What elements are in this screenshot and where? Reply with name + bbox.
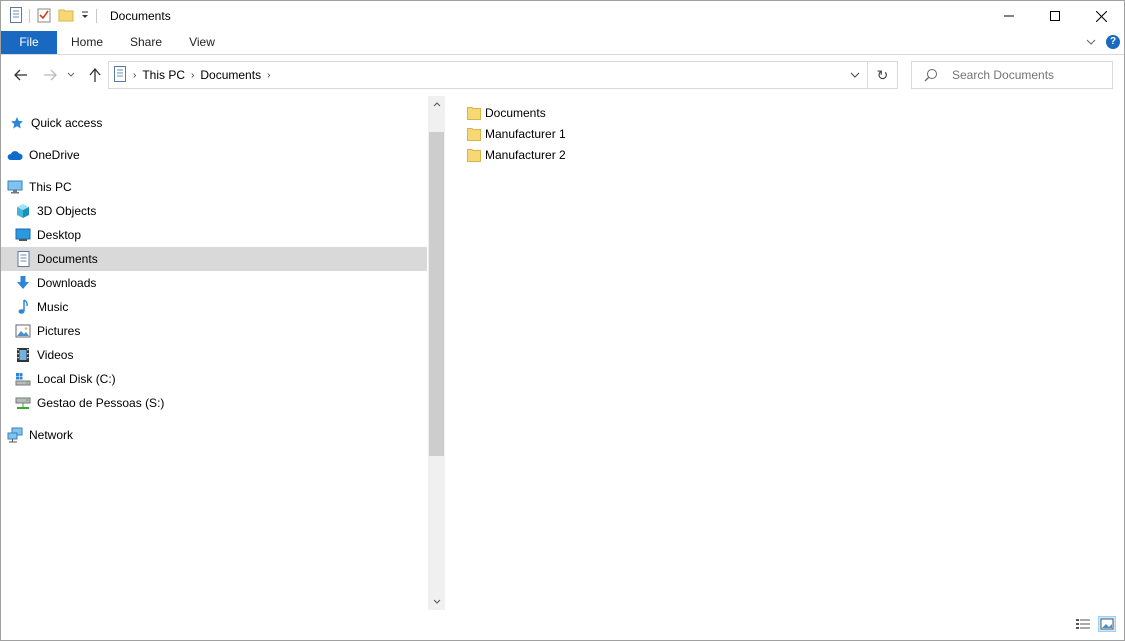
chevron-right-icon[interactable]: › — [267, 70, 270, 81]
breadcrumb-documents[interactable]: Documents — [200, 68, 261, 82]
refresh-icon: ↻ — [876, 66, 889, 83]
list-item[interactable]: Manufacturer 1 — [467, 124, 566, 144]
up-arrow-icon — [89, 68, 101, 82]
sidebar-item-network-drive[interactable]: Gestao de Pessoas (S:) — [1, 391, 427, 415]
help-icon[interactable]: ? — [1106, 35, 1120, 49]
tab-view[interactable]: View — [182, 31, 222, 54]
navigation-pane: Quick access OneDrive This PC 3D Objects… — [1, 95, 428, 611]
chevron-down-icon — [433, 599, 440, 604]
maximize-button[interactable] — [1032, 1, 1078, 31]
chevron-up-icon — [433, 102, 440, 107]
chevron-right-icon[interactable]: › — [133, 70, 136, 81]
folder-icon — [467, 126, 483, 142]
chevron-down-icon — [850, 72, 860, 78]
explorer-window: Documents File Home Share View ? › This … — [0, 0, 1125, 641]
expand-ribbon-icon[interactable] — [1086, 35, 1096, 49]
network-icon — [7, 427, 23, 443]
ribbon-controls: ? — [1086, 35, 1120, 49]
navigation-scrollbar[interactable] — [428, 96, 445, 610]
large-icons-view-button[interactable] — [1098, 616, 1116, 632]
up-button[interactable] — [85, 65, 105, 85]
ribbon-tabs: File Home Share View ? — [1, 31, 1124, 55]
pictures-icon — [15, 323, 31, 339]
sidebar-item-documents[interactable]: Documents — [1, 247, 427, 271]
file-list: Documents Manufacturer 1 Manufacturer 2 — [453, 95, 1113, 605]
minimize-icon — [1004, 15, 1014, 17]
chevron-down-icon — [67, 72, 75, 77]
list-item[interactable]: Manufacturer 2 — [467, 145, 566, 165]
sidebar-item-onedrive[interactable]: OneDrive — [1, 143, 427, 167]
toolbar-divider — [96, 9, 97, 23]
customize-toolbar-icon[interactable] — [80, 9, 90, 23]
maximize-icon — [1050, 11, 1060, 21]
breadcrumb-this-pc[interactable]: This PC — [142, 68, 185, 82]
properties-icon[interactable] — [36, 7, 52, 26]
tab-home[interactable]: Home — [65, 31, 109, 54]
close-button[interactable] — [1078, 1, 1124, 31]
address-dropdown-button[interactable] — [847, 67, 863, 83]
details-view-icon — [1076, 619, 1090, 629]
scrollbar-thumb[interactable] — [429, 132, 444, 456]
sidebar-item-quick-access[interactable]: Quick access — [1, 111, 427, 135]
sidebar-item-pictures[interactable]: Pictures — [1, 319, 427, 343]
close-icon — [1095, 10, 1107, 22]
forward-arrow-icon — [44, 69, 57, 81]
new-folder-icon[interactable] — [58, 7, 74, 26]
monitor-icon — [7, 179, 23, 195]
folder-icon — [467, 105, 483, 121]
sidebar-item-local-disk[interactable]: Local Disk (C:) — [1, 367, 427, 391]
refresh-button[interactable]: ↻ — [868, 61, 898, 89]
star-icon — [9, 115, 25, 131]
scroll-down-button[interactable] — [428, 593, 445, 610]
cube-icon — [15, 203, 31, 219]
search-icon — [924, 69, 937, 82]
video-icon — [15, 347, 31, 363]
recent-locations-button[interactable] — [64, 65, 78, 85]
large-icons-view-icon — [1100, 618, 1114, 630]
folder-icon — [467, 147, 483, 163]
search-input[interactable] — [952, 62, 1110, 88]
sidebar-item-network[interactable]: Network — [1, 423, 427, 447]
toolbar-divider — [29, 9, 30, 23]
tab-share[interactable]: Share — [124, 31, 168, 54]
document-icon[interactable] — [9, 6, 23, 26]
sidebar-item-videos[interactable]: Videos — [1, 343, 427, 367]
sidebar-item-this-pc[interactable]: This PC — [1, 175, 427, 199]
tab-file[interactable]: File — [1, 31, 57, 54]
details-view-button[interactable] — [1074, 616, 1092, 632]
cloud-icon — [7, 147, 23, 163]
title-bar: Documents — [1, 1, 1124, 31]
desktop-icon — [15, 227, 31, 243]
view-switcher — [1074, 616, 1116, 632]
search-box[interactable] — [911, 61, 1113, 89]
document-icon — [113, 65, 127, 85]
minimize-button[interactable] — [986, 1, 1032, 31]
status-bar — [1, 611, 1124, 640]
window-title: Documents — [110, 9, 171, 23]
chevron-right-icon[interactable]: › — [191, 70, 194, 81]
forward-button[interactable] — [40, 65, 60, 85]
back-button[interactable] — [11, 65, 31, 85]
quick-access-toolbar — [9, 6, 97, 26]
breadcrumb: › This PC › Documents › — [113, 62, 270, 88]
document-icon — [15, 251, 31, 267]
address-bar[interactable]: › This PC › Documents › — [108, 61, 868, 89]
music-icon — [15, 299, 31, 315]
navigation-bar: › This PC › Documents › ↻ — [1, 55, 1124, 95]
disk-icon — [15, 371, 31, 387]
sidebar-item-desktop[interactable]: Desktop — [1, 223, 427, 247]
sidebar-item-3d-objects[interactable]: 3D Objects — [1, 199, 427, 223]
network-drive-icon — [15, 395, 31, 411]
list-item[interactable]: Documents — [467, 103, 546, 123]
back-arrow-icon — [14, 69, 27, 81]
download-icon — [15, 275, 31, 291]
scroll-up-button[interactable] — [428, 96, 445, 113]
sidebar-item-music[interactable]: Music — [1, 295, 427, 319]
sidebar-item-downloads[interactable]: Downloads — [1, 271, 427, 295]
